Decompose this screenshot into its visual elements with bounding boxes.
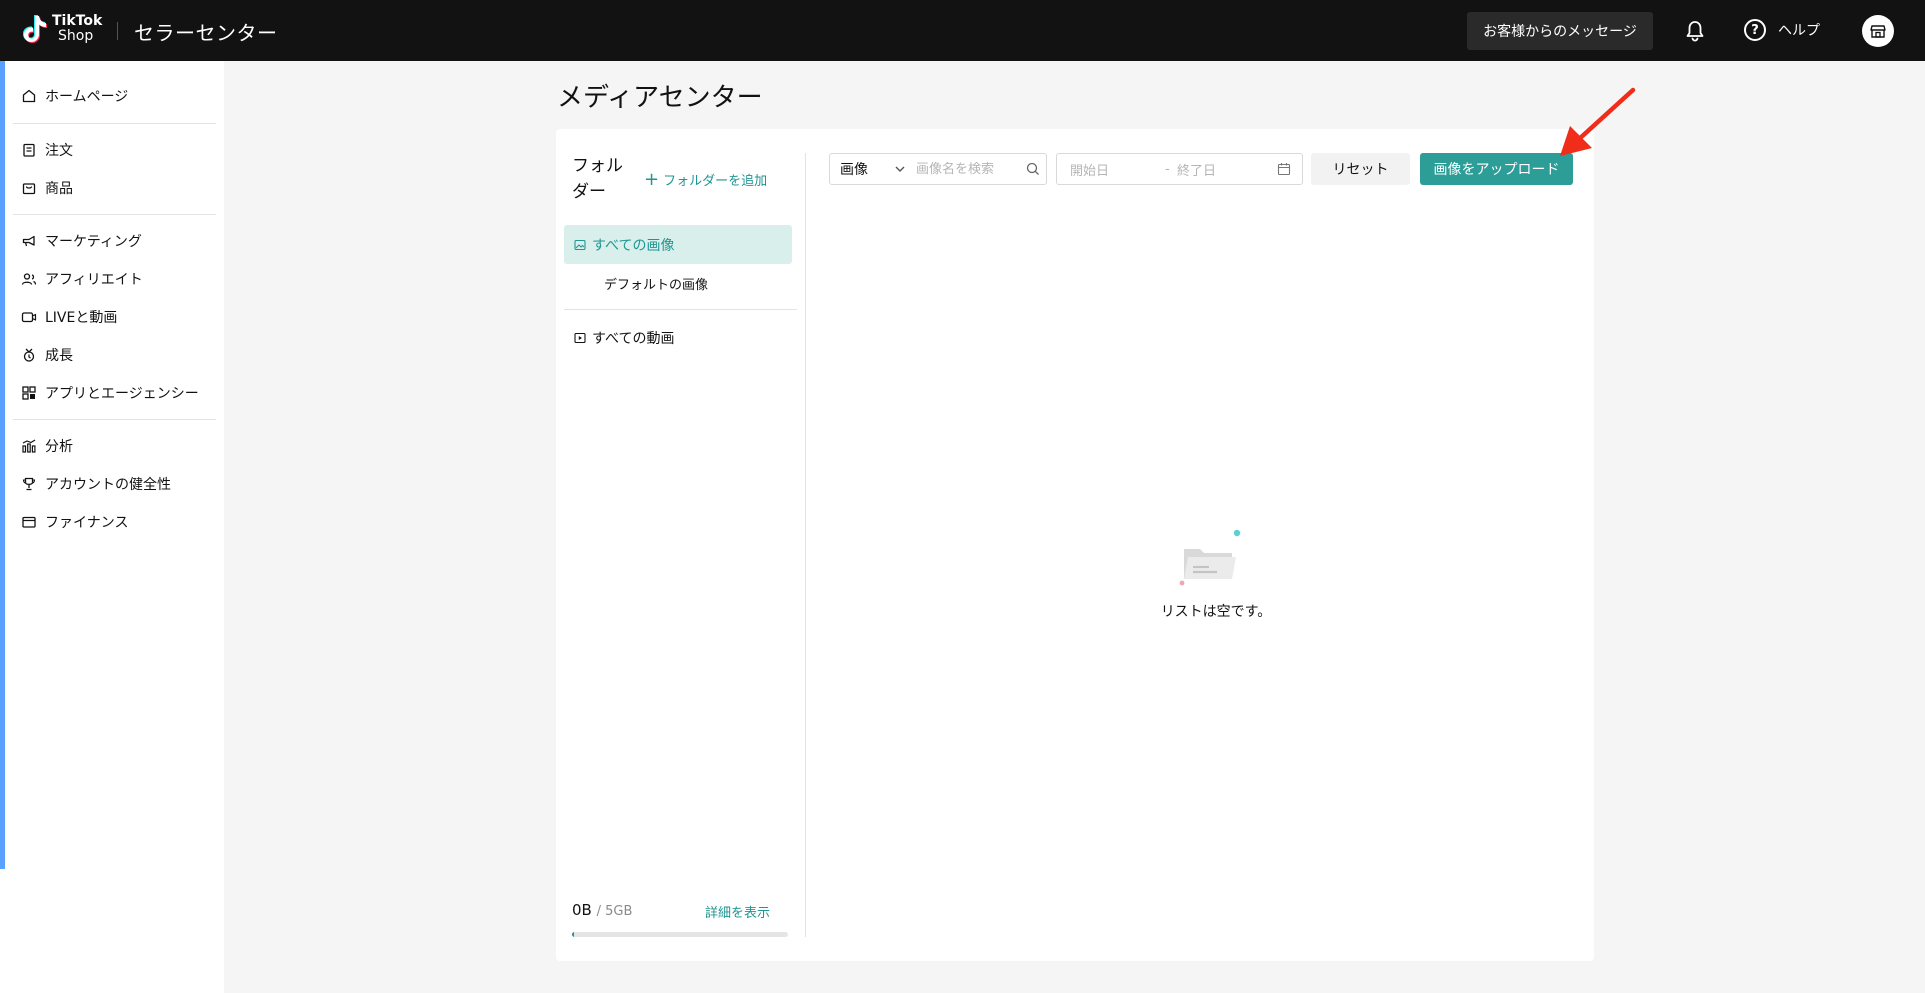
sidebar-nav: ホームページ 注文 商品 マーケティング アフィリエイト LIVEと動画 成長 … <box>5 61 224 993</box>
video-icon <box>21 312 37 323</box>
sidebar-item-label: 分析 <box>45 439 73 455</box>
plus-icon: + <box>644 168 660 190</box>
date-range-picker[interactable]: 開始日 - 終了日 <box>1056 153 1303 185</box>
sidebar-item-label: マーケティング <box>45 234 142 250</box>
logo-line-2: Shop <box>58 28 94 44</box>
storage-details-link[interactable]: 詳細を表示 <box>705 902 770 921</box>
header-divider <box>117 22 118 40</box>
nav-divider <box>13 419 216 420</box>
home-icon <box>22 89 36 103</box>
storage-progress-fill <box>572 932 575 937</box>
page-title: メディアセンター <box>557 83 763 113</box>
sidebar-item-label: 商品 <box>45 181 73 197</box>
sidebar-item-label: LIVEと動画 <box>45 310 118 326</box>
store-avatar[interactable] <box>1862 15 1894 47</box>
bag-icon <box>22 183 36 195</box>
empty-state: リストは空です。 <box>1136 529 1296 629</box>
folder-panel: フォル ダー + フォルダーを追加 すべての画像 デフォルトの画像 すべての動画… <box>556 129 805 961</box>
add-folder-button[interactable]: + フォルダーを追加 <box>644 170 767 189</box>
empty-folder-icon <box>1179 529 1241 586</box>
help-button[interactable]: ? ヘルプ <box>1744 19 1820 41</box>
sidebar-item-marketing[interactable]: マーケティング <box>21 226 142 256</box>
start-date-field[interactable]: 開始日 <box>1070 160 1165 179</box>
store-icon <box>1870 25 1886 38</box>
nav-divider <box>13 214 216 215</box>
media-search-group: 画像 <box>829 153 1047 185</box>
storage-progress-bar <box>572 932 788 937</box>
red-arrow-annotation <box>1560 87 1636 156</box>
video-play-icon <box>574 332 586 344</box>
search-icon[interactable] <box>1025 161 1041 177</box>
question-circle-icon: ? <box>1744 19 1766 41</box>
sidebar-item-label: アカウントの健全性 <box>45 477 171 493</box>
reset-button[interactable]: リセット <box>1311 153 1410 185</box>
sidebar-item-products[interactable]: 商品 <box>21 173 73 203</box>
empty-state-text: リストは空です。 <box>1160 604 1272 620</box>
media-type-select[interactable]: 画像 <box>830 159 892 179</box>
sidebar-item-label: アプリとエージェンシー <box>45 386 199 402</box>
chevron-down-icon[interactable] <box>890 159 910 179</box>
top-bar: TikTok Shop セラーセンター お客様からのメッセージ ? ヘルプ <box>0 0 1925 61</box>
folder-title-line-2: ダー <box>572 182 606 202</box>
folder-title: フォル ダー <box>572 153 623 205</box>
sidebar-item-label: ホームページ <box>45 89 129 105</box>
logo-text: TikTok Shop <box>52 14 102 44</box>
sidebar-item-apps-agencies[interactable]: アプリとエージェンシー <box>21 378 199 408</box>
panel-divider <box>805 153 806 937</box>
sidebar-item-growth[interactable]: 成長 <box>21 340 73 370</box>
customer-messages-button[interactable]: お客様からのメッセージ <box>1467 12 1653 50</box>
tiktok-shop-logo[interactable]: TikTok Shop <box>22 14 102 44</box>
chart-icon <box>22 439 36 453</box>
sidebar-item-home[interactable]: ホームページ <box>21 81 128 111</box>
megaphone-icon <box>22 235 35 247</box>
growth-icon <box>23 348 35 362</box>
storage-total: / 5GB <box>596 904 633 919</box>
clipboard-icon <box>23 143 35 157</box>
bell-icon[interactable] <box>1683 19 1707 43</box>
sidebar-item-analytics[interactable]: 分析 <box>21 431 73 461</box>
sidebar-item-label: アフィリエイト <box>45 272 143 288</box>
folder-all-videos-label: すべての動画 <box>592 331 675 347</box>
folder-title-line-1: フォル <box>572 156 623 176</box>
end-date-field[interactable]: 終了日 <box>1177 160 1277 179</box>
sidebar-item-orders[interactable]: 注文 <box>21 135 73 165</box>
app-title: セラーセンター <box>134 21 278 45</box>
sidebar-item-account-health[interactable]: アカウントの健全性 <box>21 469 171 499</box>
people-icon <box>21 273 37 285</box>
trophy-icon <box>22 477 36 491</box>
tiktok-logo-icon <box>22 15 47 44</box>
date-separator: - <box>1165 161 1170 177</box>
sidebar-item-affiliate[interactable]: アフィリエイト <box>21 264 143 294</box>
image-icon <box>574 239 586 250</box>
storage-usage: 0B / 5GB <box>572 901 632 919</box>
sidebar-item-live-video[interactable]: LIVEと動画 <box>21 302 117 332</box>
add-folder-label: フォルダーを追加 <box>663 174 768 189</box>
storage-used: 0B <box>572 901 592 919</box>
sidebar-item-finance[interactable]: ファイナンス <box>21 507 128 537</box>
sidebar-item-label: 成長 <box>45 348 73 364</box>
apps-icon <box>22 386 36 400</box>
calendar-icon[interactable] <box>1277 162 1291 176</box>
folder-all-videos[interactable]: すべての動画 <box>574 328 674 348</box>
folder-default-images[interactable]: デフォルトの画像 <box>604 274 708 293</box>
sidebar-item-label: 注文 <box>45 143 73 159</box>
folder-all-images-label: すべての画像 <box>592 237 675 254</box>
help-label: ヘルプ <box>1778 23 1820 39</box>
media-card: フォル ダー + フォルダーを追加 すべての画像 デフォルトの画像 すべての動画… <box>556 129 1594 961</box>
nav-divider <box>13 123 216 124</box>
sidebar-item-label: ファイナンス <box>45 515 129 531</box>
image-search-input[interactable] <box>916 161 1021 177</box>
folder-divider <box>564 309 797 310</box>
logo-line-1: TikTok <box>52 13 103 29</box>
folder-all-images[interactable]: すべての画像 <box>564 225 792 264</box>
wallet-icon <box>22 516 36 528</box>
